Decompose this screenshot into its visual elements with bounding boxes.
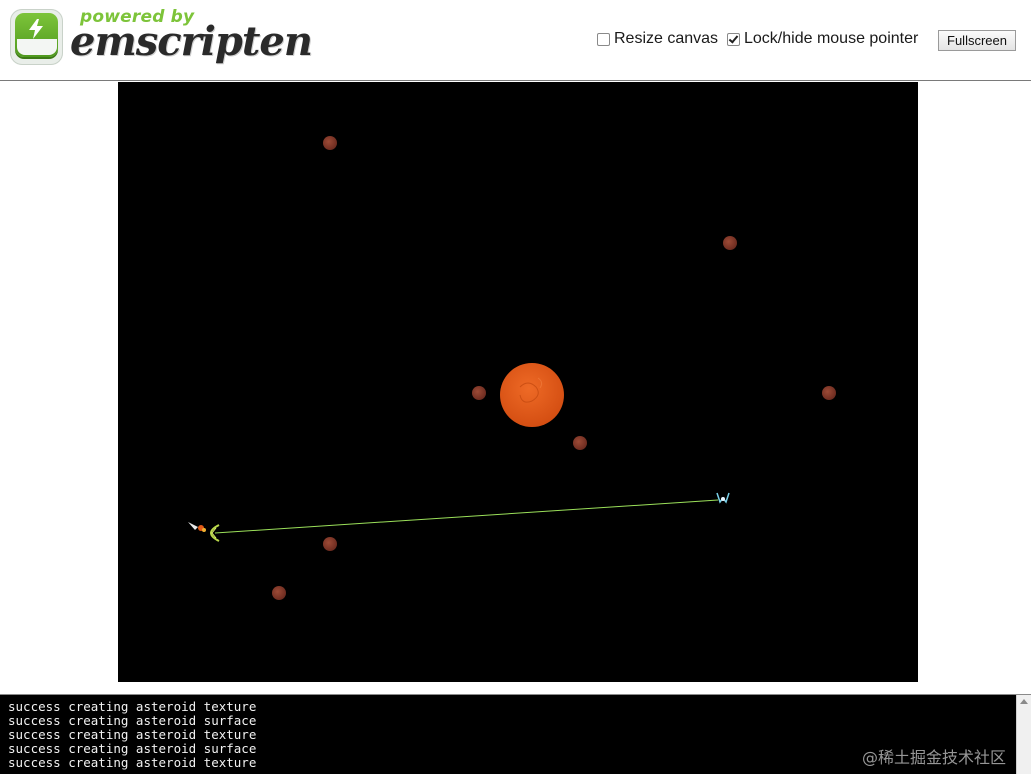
lock-pointer-label: Lock/hide mouse pointer	[744, 30, 919, 47]
laser-beam	[214, 499, 719, 534]
console-line: success creating asteroid texture	[8, 727, 257, 742]
console-line: success creating asteroid surface	[8, 741, 257, 756]
page-header: powered by emscripten Resize canvas Lock…	[0, 0, 1031, 80]
console-line: success creating asteroid texture	[8, 699, 257, 714]
asteroid	[323, 136, 337, 150]
game-scene	[188, 136, 836, 600]
resize-canvas-label: Resize canvas	[614, 30, 719, 47]
resize-canvas-checkbox[interactable]	[597, 32, 610, 46]
asteroid	[573, 436, 587, 450]
fullscreen-button[interactable]: Fullscreen	[938, 30, 1016, 51]
console-line: success creating asteroid surface	[8, 713, 257, 728]
lock-pointer-checkbox[interactable]	[727, 32, 740, 46]
asteroid	[472, 386, 486, 400]
header-divider	[0, 80, 1031, 81]
enemy-ship	[716, 492, 730, 504]
scroll-up-icon[interactable]	[1020, 699, 1028, 704]
console-line: success creating asteroid texture	[8, 755, 257, 770]
asteroid	[723, 236, 737, 250]
watermark-text: @稀土掘金技术社区	[862, 748, 1007, 767]
asteroid	[323, 537, 337, 551]
emscripten-wordmark: emscripten	[70, 18, 313, 65]
lock-pointer-control[interactable]: Lock/hide mouse pointer	[727, 30, 918, 48]
planet	[500, 363, 564, 427]
game-canvas[interactable]	[118, 82, 918, 682]
asteroid	[272, 586, 286, 600]
resize-canvas-control[interactable]: Resize canvas	[597, 30, 718, 48]
console-scrollbar[interactable]	[1016, 695, 1031, 774]
asteroid	[822, 386, 836, 400]
missile	[188, 522, 206, 532]
emscripten-logo-icon	[10, 9, 63, 65]
console-log: success creating asteroid texture succes…	[8, 700, 256, 770]
